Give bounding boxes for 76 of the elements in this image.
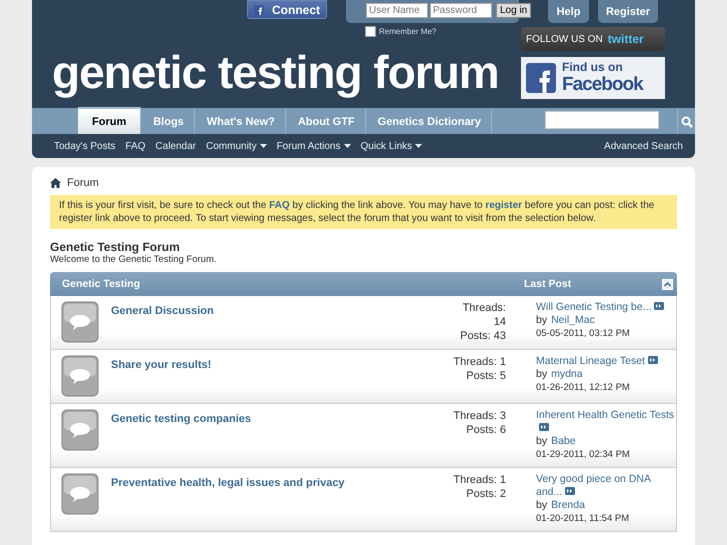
home-icon[interactable] — [50, 178, 61, 188]
by-label: by — [536, 435, 548, 448]
facebook-connect-button[interactable]: Connect — [247, 0, 327, 19]
notice-link[interactable]: FAQ — [269, 200, 290, 211]
search-button[interactable] — [677, 109, 695, 134]
notice-link[interactable]: register — [485, 200, 522, 211]
caret-icon — [260, 144, 267, 148]
forum-stat: Posts: 2 — [466, 487, 506, 501]
last-post-link[interactable]: Will Genetic Testing be... — [536, 301, 676, 314]
forum-title-link[interactable]: Share your results! — [111, 359, 212, 371]
forum-stat: Threads: 1 — [453, 473, 506, 487]
facebook-banner-text: Find us on — [562, 60, 624, 74]
forum-title: Genetic Testing Forum — [50, 240, 181, 254]
twitter-follow-button[interactable]: FOLLOW US ON twitter — [521, 27, 665, 51]
go-to-post-icon[interactable] — [565, 487, 576, 495]
help-button[interactable]: Help — [548, 0, 589, 23]
forum-title-link[interactable]: Preventative health, legal issues and privacy — [111, 477, 345, 489]
sub-nav-link[interactable]: Today's Posts — [54, 140, 116, 152]
user-link[interactable]: Neil_Mac — [551, 314, 595, 327]
welcome-notice: If this is your first visit, be sure to check out the FAQ by clicking the link above. You may have to register before you can post: click the register link above to proceed. To start viewing messages, select the forum that you want to visit from the selection below. — [50, 195, 677, 229]
login-button[interactable]: Log in — [496, 3, 532, 18]
post-date: 01-20-2011, 11:54 PM — [536, 512, 630, 525]
speech-bubble-icon — [61, 301, 99, 343]
by-label: by — [536, 368, 548, 381]
user-link[interactable]: Brenda — [551, 499, 585, 512]
breadcrumb-link[interactable]: Forum — [67, 177, 99, 189]
sub-nav-link[interactable]: Forum Actions — [276, 140, 350, 152]
forum-title-link[interactable]: General Discussion — [111, 305, 214, 317]
by-label: by — [536, 499, 548, 512]
category-title[interactable]: Genetic Testing — [62, 278, 524, 290]
sub-nav-link[interactable]: Quick Links — [360, 140, 422, 152]
advanced-search-link[interactable]: Advanced Search — [604, 140, 683, 152]
forum-stat: Posts: 43 — [460, 329, 506, 343]
caret-icon — [344, 144, 350, 148]
go-to-post-icon[interactable] — [648, 356, 658, 364]
forum-title-link[interactable]: Genetic testing companies — [111, 413, 251, 425]
remember-checkbox[interactable] — [365, 26, 376, 37]
column-heading: Last Post — [524, 278, 572, 290]
forum-stat: 14 — [494, 315, 506, 329]
caret-icon — [415, 144, 422, 148]
forum-stat: Threads: 3 — [453, 409, 506, 423]
last-post-link[interactable]: Maternal Lineage Teset — [536, 355, 676, 368]
by-label: by — [536, 314, 548, 327]
forum-stat: Threads: 1 — [453, 355, 506, 369]
sub-nav-link[interactable]: Calendar — [155, 140, 196, 152]
go-to-post-icon[interactable] — [654, 302, 664, 310]
nav-tab[interactable]: Forum — [78, 107, 142, 134]
remember-label: Remember Me? — [379, 27, 436, 36]
facebook-icon — [254, 4, 264, 16]
speech-bubble-icon — [61, 355, 99, 397]
facebook-banner[interactable]: Find us on Facebook — [521, 57, 665, 99]
sub-nav-link[interactable]: FAQ — [125, 140, 146, 152]
post-date: 01-29-2011, 02:34 PM — [536, 448, 631, 461]
sub-nav-link[interactable]: Community — [206, 140, 267, 152]
last-post-link[interactable]: Very good piece on DNA and... — [536, 473, 676, 499]
post-date: 05-05-2011, 03:12 PM — [536, 327, 631, 340]
last-post-link[interactable]: Inherent Health Genetic Tests — [536, 409, 676, 435]
facebook-logo-icon — [526, 63, 556, 93]
speech-bubble-icon — [61, 473, 99, 515]
facebook-banner-title: Facebook — [562, 74, 643, 96]
forum-description: Welcome to the Genetic Testing Forum. — [50, 254, 218, 265]
user-link[interactable]: mydna — [551, 368, 583, 381]
username-field[interactable]: User Name — [366, 3, 428, 18]
forum-stat: Posts: 6 — [466, 423, 506, 437]
search-icon — [680, 116, 692, 128]
forum-stat: Threads: — [462, 301, 506, 315]
register-button[interactable]: Register — [598, 0, 658, 23]
speech-bubble-icon — [61, 409, 99, 451]
forum-stat: Posts: 5 — [466, 369, 506, 383]
go-to-post-icon[interactable] — [539, 423, 549, 431]
password-field[interactable]: Password — [430, 3, 492, 18]
search-field[interactable] — [545, 111, 659, 129]
site-logo: genetic testing forum — [52, 45, 500, 99]
post-date: 01-26-2011, 12:12 PM — [536, 381, 631, 394]
user-link[interactable]: Babe — [551, 435, 576, 448]
collapse-icon[interactable] — [662, 278, 673, 290]
